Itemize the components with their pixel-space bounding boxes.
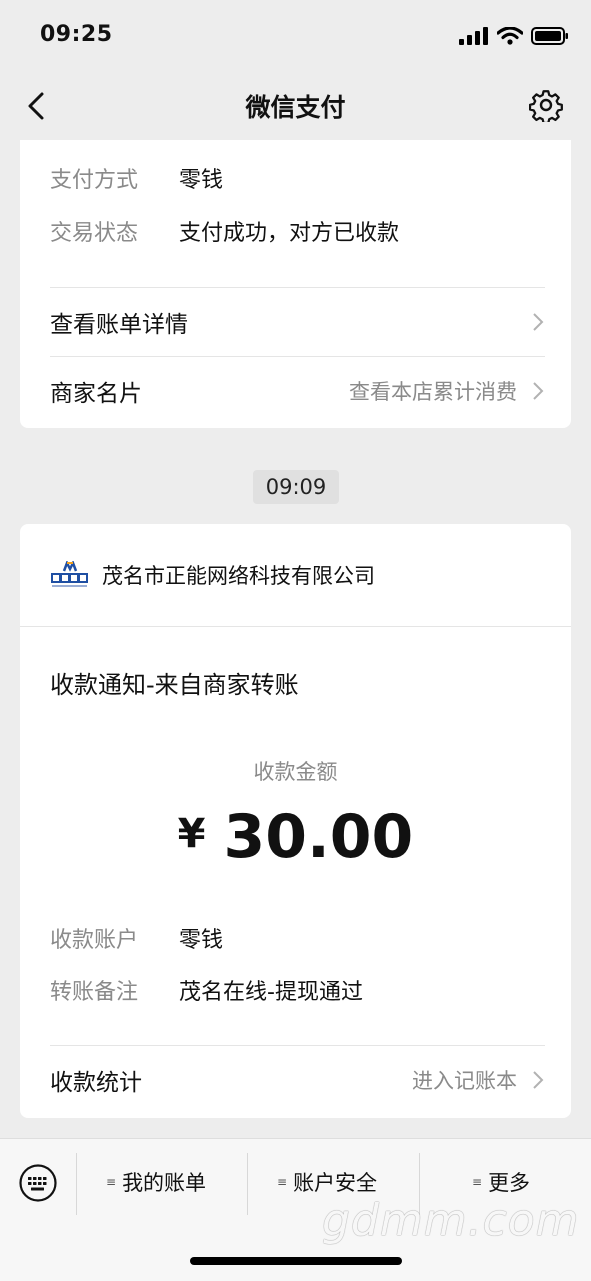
divider	[20, 626, 571, 627]
merchant-name: 茂名市正能网络科技有限公司	[102, 564, 375, 588]
currency-symbol: ¥	[177, 811, 206, 857]
wifi-icon	[497, 27, 523, 45]
merchant-header[interactable]: 茂名市正能网络科技有限公司	[50, 560, 375, 590]
chevron-right-icon	[533, 1071, 544, 1089]
status-time: 09:25	[40, 22, 113, 47]
tab-my-bills-label: 我的账单	[122, 1171, 207, 1195]
battery-icon	[531, 27, 568, 45]
transfer-remark-key: 转账备注	[50, 980, 139, 1005]
notice-title: 收款通知-来自商家转账	[50, 671, 299, 699]
tab-my-bills[interactable]: ≡ 我的账单	[106, 1167, 206, 1197]
receive-account-row: 收款账户 零钱	[50, 922, 223, 954]
status-icons	[459, 26, 569, 46]
menu-icon: ≡	[106, 1175, 117, 1189]
keyboard-icon[interactable]	[18, 1163, 58, 1203]
amount-display: ¥30.00	[20, 802, 571, 872]
nav-bar: 微信支付	[0, 72, 591, 140]
receipt-stats-hint: 进入记账本	[412, 1069, 517, 1093]
payment-method-row: 支付方式 零钱	[50, 162, 223, 194]
status-bar: 09:25	[0, 0, 591, 72]
page-title: 微信支付	[245, 93, 346, 122]
transaction-state-row: 交易状态 支付成功，对方已收款	[50, 215, 399, 247]
bill-detail-label: 查看账单详情	[50, 312, 188, 338]
bottom-menu-bar: ≡ 我的账单 ≡ 账户安全 ≡ 更多 gdmm.com	[0, 1138, 591, 1281]
merchant-card-hint: 查看本店累计消费	[349, 380, 517, 404]
amount-label: 收款金额	[253, 760, 338, 784]
receive-account-key: 收款账户	[50, 928, 139, 953]
chevron-right-icon	[533, 313, 544, 331]
payment-info-card: 支付方式 零钱 交易状态 支付成功，对方已收款 查看账单详情 商家名片 查看本店…	[20, 140, 571, 428]
menu-icon: ≡	[277, 1175, 288, 1189]
receive-account-value: 零钱	[179, 928, 224, 953]
watermark: gdmm.com	[322, 1195, 580, 1246]
tab-account-security[interactable]: ≡ 账户安全	[277, 1167, 377, 1197]
signal-icon	[459, 27, 488, 45]
home-indicator[interactable]	[190, 1257, 402, 1265]
payment-method-key: 支付方式	[50, 168, 139, 193]
amount-value: 30.00	[223, 802, 414, 872]
merchant-card-label: 商家名片	[50, 381, 142, 407]
receipt-stats-row[interactable]: 收款统计 进入记账本	[50, 1046, 545, 1114]
menu-icon: ≡	[472, 1175, 483, 1189]
transfer-remark-value: 茂名在线-提现通过	[179, 980, 363, 1005]
merchant-card-row[interactable]: 商家名片 查看本店累计消费	[50, 357, 545, 425]
tab-separator	[247, 1153, 248, 1215]
tab-account-security-label: 账户安全	[293, 1171, 378, 1195]
receipt-notice-card[interactable]: 茂名市正能网络科技有限公司 收款通知-来自商家转账 收款金额 ¥30.00 收款…	[20, 524, 571, 1118]
chevron-right-icon	[533, 382, 544, 400]
tab-separator	[76, 1153, 77, 1215]
tab-more-label: 更多	[488, 1171, 531, 1195]
merchant-logo	[50, 561, 90, 587]
message-time-badge: 09:09	[253, 470, 339, 504]
gear-icon[interactable]	[529, 88, 563, 122]
bill-detail-row[interactable]: 查看账单详情	[50, 288, 545, 356]
receipt-stats-label: 收款统计	[50, 1070, 142, 1096]
transaction-state-key: 交易状态	[50, 221, 139, 246]
transaction-state-value: 支付成功，对方已收款	[179, 221, 400, 246]
payment-method-value: 零钱	[179, 168, 224, 193]
tab-more[interactable]: ≡ 更多	[472, 1167, 530, 1197]
transfer-remark-row: 转账备注 茂名在线-提现通过	[50, 974, 363, 1006]
